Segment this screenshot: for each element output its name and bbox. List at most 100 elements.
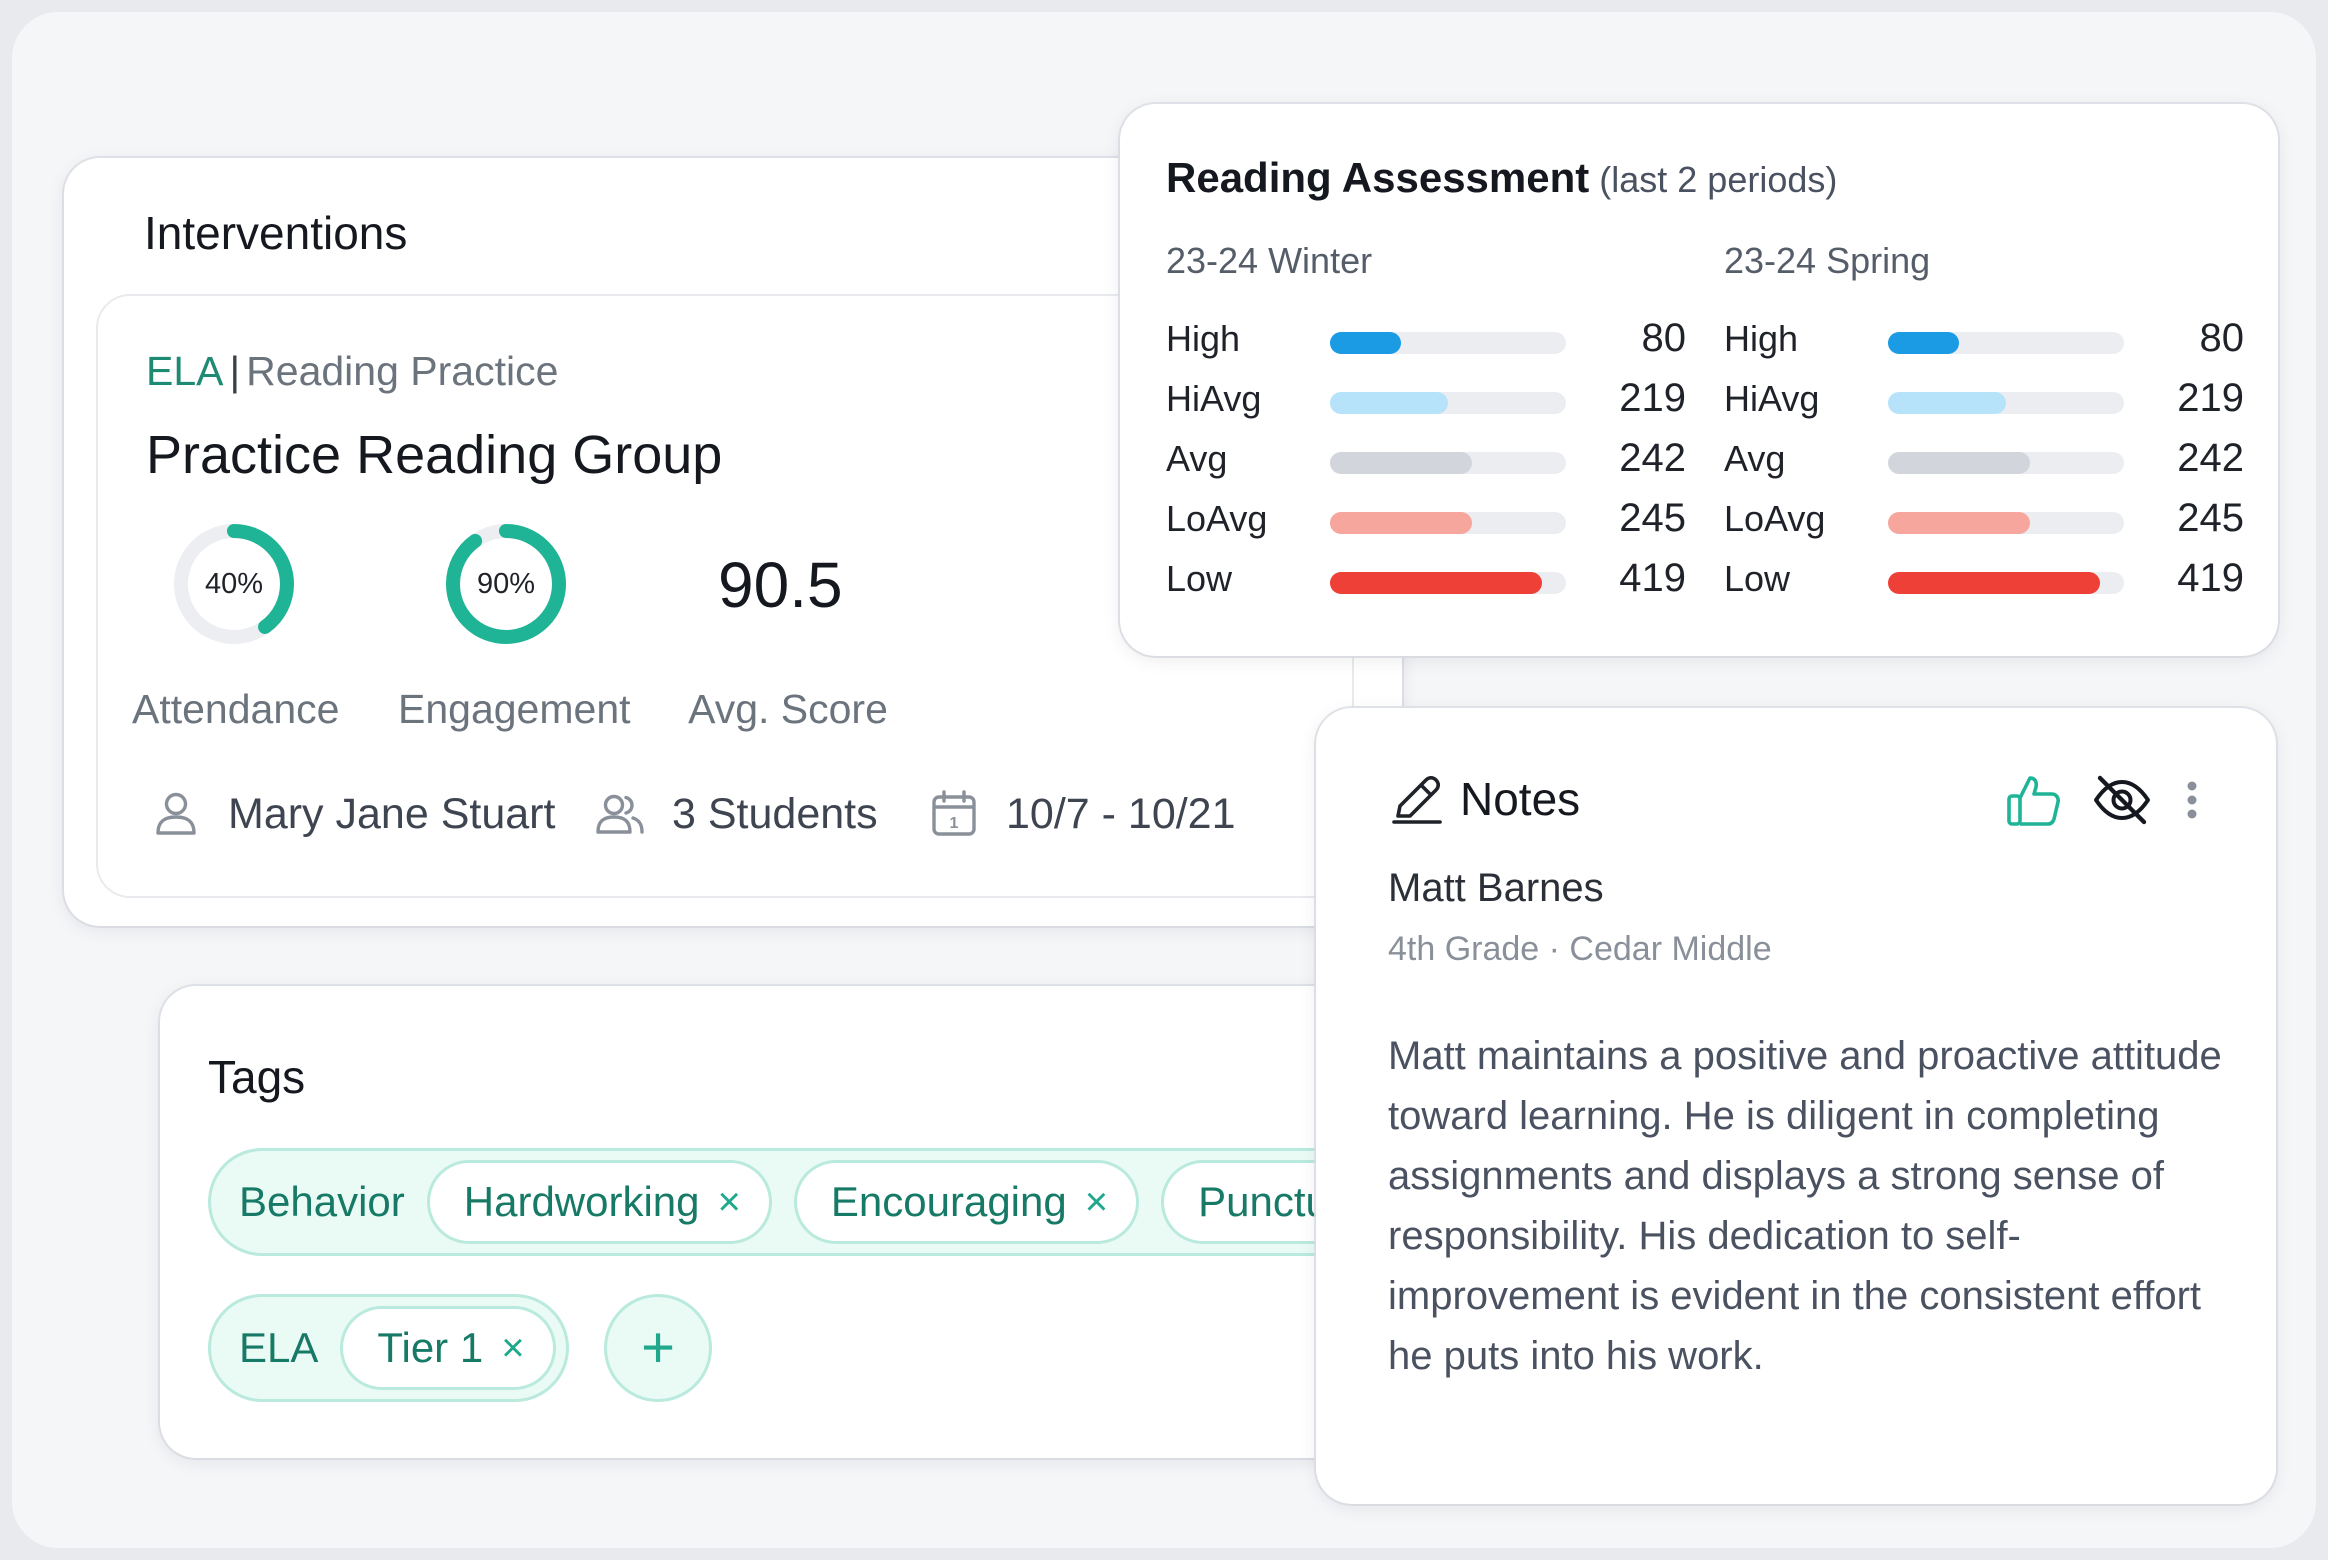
tag-group-label: ELA [239,1324,319,1371]
reading-assessment-card: Reading Assessment (last 2 periods) 23-24… [1120,104,2278,656]
attendance-label: Attendance [132,686,340,732]
band-value: 245 [2177,496,2244,540]
band-bar-track [1330,392,1566,414]
engagement-percent: 90% [476,568,536,600]
remove-tag-icon[interactable]: × [718,1180,741,1225]
period-spring: 23-24 Spring High 80 HiAvg 219 Avg 242 LoAvg 24… [1724,240,2244,610]
more-options-button[interactable] [2180,770,2204,830]
band-row-loavg: LoAvg 245 [1724,490,2244,550]
category-label: Reading Practice [246,348,559,394]
students-count: 3 Students [672,789,878,838]
band-bar-track [1888,392,2124,414]
eye-off-icon [2094,775,2150,825]
calendar-icon: 1 [932,790,976,836]
band-label: Low [1724,558,1791,599]
band-label: HiAvg [1724,378,1820,419]
assessment-title: Reading Assessment (last 2 periods) [1166,154,1837,202]
plus-icon: + [641,1315,675,1380]
group-name: Practice Reading Group [146,425,723,485]
notes-actions [1976,770,2204,830]
more-vertical-icon [2187,781,2197,819]
student-name: Matt Barnes [1388,866,1604,910]
band-bar-track [1330,332,1566,354]
band-value: 419 [2177,556,2244,600]
band-row-loavg: LoAvg 245 [1166,490,1686,550]
band-row-low: Low 419 [1166,550,1686,610]
subject-label: ELA [146,348,224,394]
notes-card: Notes Matt Barnes 4th Grade · Cedar Midd… [1316,708,2276,1504]
band-label: LoAvg [1724,498,1826,539]
teacher-name: Mary Jane Stuart [228,789,556,838]
band-bar-fill [1330,452,1472,474]
period-winter: 23-24 Winter High 80 HiAvg 219 Avg 242 LoAvg 24… [1166,240,1686,610]
tag-group-behavior: Behavior Hardworking × Encouraging × Pun… [208,1148,1402,1256]
tag-chip-encouraging[interactable]: Encouraging × [793,1160,1140,1244]
band-label: Avg [1724,438,1786,479]
band-value: 80 [1641,316,1687,360]
band-list: High 80 HiAvg 219 Avg 242 LoAvg 245 Low 419 [1724,310,2244,610]
band-bar-track [1888,572,2124,594]
band-label: Avg [1166,438,1228,479]
avg-score-label: Avg. Score [688,686,888,732]
tag-chip-label: Punctu [1198,1178,1329,1225]
band-row-high: High 80 [1724,310,2244,370]
band-bar-fill [1888,512,2030,534]
band-value: 219 [1619,376,1686,420]
period-name: 23-24 Winter [1166,240,1373,281]
assessment-title-text: Reading Assessment [1166,154,1590,201]
interventions-title: Interventions [144,207,408,259]
pencil-icon [1392,775,1442,824]
tag-chip-hardworking[interactable]: Hardworking × [426,1160,772,1244]
engagement-label: Engagement [398,686,631,732]
band-bar-fill [1330,512,1472,534]
band-bar-fill [1888,572,2101,594]
band-label: HiAvg [1166,378,1262,419]
users-icon [596,794,644,834]
band-row-hiavg: HiAvg 219 [1166,370,1686,430]
intervention-category: ELA | Reading Practice [146,348,558,395]
band-value: 245 [1619,496,1686,540]
band-value: 242 [1619,436,1686,480]
assessment-subtitle: (last 2 periods) [1599,159,1838,200]
tag-chip-label: Tier 1 [377,1324,484,1371]
band-label: Low [1166,558,1233,599]
band-row-hiavg: HiAvg 219 [1724,370,2244,430]
student-meta: 4th Grade · Cedar Middle [1388,930,1772,968]
band-list: High 80 HiAvg 219 Avg 242 LoAvg 245 Low 419 [1166,310,1686,610]
svg-text:1: 1 [950,815,959,832]
remove-tag-icon[interactable]: × [1085,1180,1108,1225]
note-body: Matt maintains a positive and proactive … [1388,1034,2222,1378]
band-label: High [1724,318,1799,359]
tags-clip: Tags Behavior Hardworking × Encouraging … [160,986,1402,1458]
tags-title: Tags [208,1051,306,1103]
add-tag-button[interactable]: + [604,1294,712,1402]
remove-tag-icon[interactable]: × [501,1326,524,1371]
band-label: LoAvg [1166,498,1268,539]
band-row-low: Low 419 [1724,550,2244,610]
band-bar-fill [1330,572,1543,594]
band-bar-track [1330,452,1566,474]
band-value: 80 [2199,316,2245,360]
tag-group-ela: ELA Tier 1 × [208,1294,569,1402]
band-value: 219 [2177,376,2244,420]
band-label: High [1166,318,1241,359]
band-bar-fill [1888,392,2006,414]
band-value: 419 [1619,556,1686,600]
avg-score-value: 90.5 [718,549,843,621]
attendance-percent: 40% [204,568,264,600]
tag-chip-tier-1[interactable]: Tier 1 × [340,1306,556,1390]
category-separator: | [229,348,241,394]
tag-chip-label: Hardworking [463,1178,700,1225]
band-bar-fill [1330,392,1448,414]
thumbs-up-button[interactable] [2004,770,2064,830]
attendance-donut: 40% [172,522,296,646]
band-bar-fill [1330,332,1401,354]
notes-header: Notes [1388,770,1580,828]
band-bar-track [1888,452,2124,474]
students-info: 3 Students [594,784,878,844]
teacher-info: Mary Jane Stuart [150,784,555,844]
date-info: 1 10/7 - 10/21 [928,784,1236,844]
band-row-high: High 80 [1166,310,1686,370]
hide-button[interactable] [2092,770,2152,830]
engagement-donut: 90% [444,522,568,646]
